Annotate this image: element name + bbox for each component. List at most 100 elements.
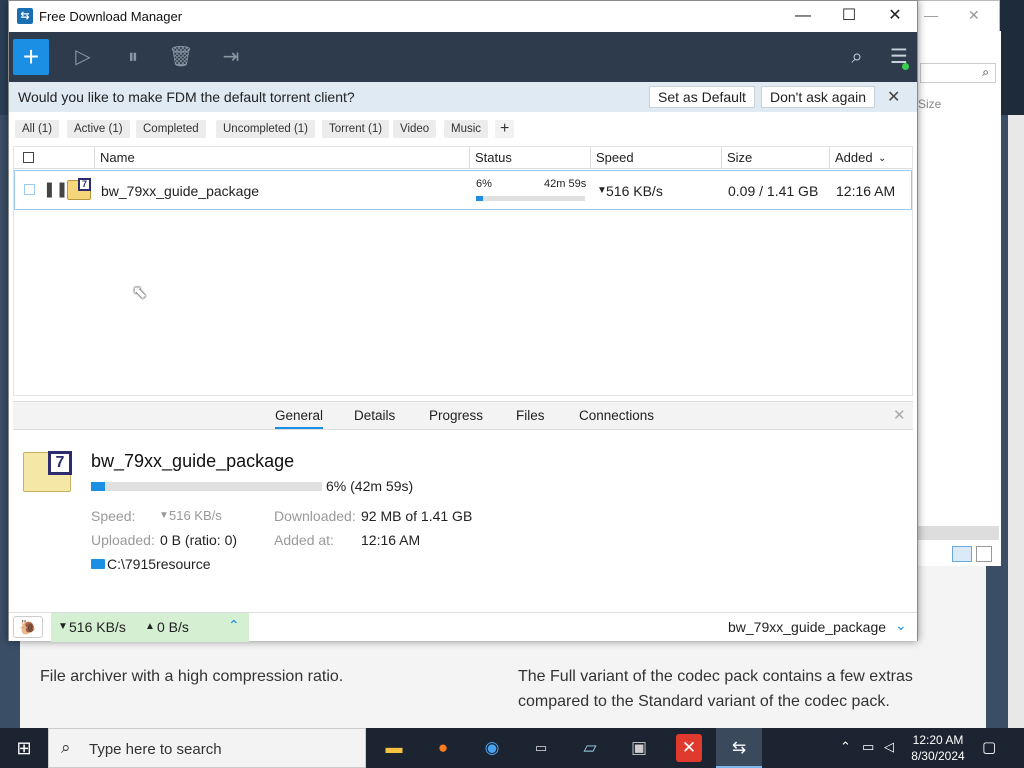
archive-folder-icon: 7	[67, 178, 91, 200]
filter-all[interactable]: All (1)	[15, 120, 60, 138]
explorer-window[interactable]: — ✕ ⌕ Size	[915, 0, 1001, 566]
fdm-logo-icon: ⇆	[17, 8, 33, 24]
notification-icon[interactable]: ▢	[982, 738, 996, 756]
add-filter-button[interactable]: +	[495, 120, 515, 138]
column-name[interactable]: Name	[100, 150, 135, 165]
volume-icon[interactable]: ◁	[884, 739, 894, 755]
close-banner-icon[interactable]: ✕	[887, 87, 900, 107]
filter-completed[interactable]: Completed	[136, 120, 206, 138]
tab-general[interactable]: General	[275, 408, 324, 429]
speed-value: 516 KB/s	[169, 508, 222, 523]
taskbar-search[interactable]: ⌕ Type here to search	[48, 728, 366, 768]
filter-active[interactable]: Active (1)	[67, 120, 130, 138]
description-right-1: The Full variant of the codec pack conta…	[518, 668, 913, 685]
maximize-button[interactable]: ☐	[835, 6, 863, 28]
tab-details[interactable]: Details	[354, 408, 395, 423]
banner-message: Would you like to make FDM the default t…	[18, 89, 355, 105]
download-eta: 42m 59s	[544, 178, 587, 190]
notepad-icon[interactable]: ▱	[574, 734, 606, 762]
uploaded-value: 0 B (ratio: 0)	[160, 532, 238, 548]
status-bar: 🐌 ▼ 516 KB/s ▲ 0 B/s ⌃ bw_79xx_guide_pac…	[9, 612, 917, 642]
status-dot	[902, 63, 909, 70]
row-checkbox[interactable]	[24, 184, 35, 195]
tab-progress[interactable]: Progress	[429, 408, 483, 423]
default-client-banner: Would you like to make FDM the default t…	[9, 82, 917, 112]
current-download-name: bw_79xx_guide_package	[728, 619, 887, 635]
filter-video[interactable]: Video	[393, 120, 437, 138]
list-header: Name Status Speed Size Added ⌄	[14, 147, 912, 169]
terminal-icon[interactable]: ▭	[525, 734, 557, 762]
column-added[interactable]: Added	[835, 150, 873, 165]
download-name: bw_79xx_guide_package	[101, 183, 260, 199]
uploaded-label: Uploaded:	[91, 532, 155, 548]
speed-summary[interactable]: ▼ 516 KB/s ▲ 0 B/s ⌃	[51, 613, 249, 642]
close-button[interactable]: ✕	[881, 6, 909, 28]
speed-label: Speed:	[91, 508, 136, 524]
filter-bar: All (1) Active (1) Completed Uncompleted…	[9, 114, 917, 144]
search-placeholder: Type here to search	[89, 741, 222, 758]
minimize-icon[interactable]: —	[924, 7, 938, 23]
windows-start-icon[interactable]: ⊞	[0, 728, 48, 768]
firefox-icon[interactable]: ●	[427, 734, 459, 762]
close-icon[interactable]: ✕	[968, 7, 980, 24]
minimize-button[interactable]: —	[789, 6, 817, 28]
close-details-icon[interactable]: ✕	[893, 406, 906, 424]
column-status[interactable]: Status	[475, 150, 512, 165]
archive-folder-icon: 7	[23, 451, 72, 492]
explorer-size-col[interactable]: Size	[918, 97, 941, 111]
clock-date: 8/30/2024	[911, 749, 965, 763]
download-path-link[interactable]: C:\7915resource	[107, 556, 211, 572]
select-all-checkbox[interactable]	[23, 152, 34, 163]
fdm-taskbar-icon[interactable]: ⇆	[716, 728, 762, 768]
column-size[interactable]: Size	[727, 150, 752, 165]
network-app-icon[interactable]: ▣	[623, 734, 655, 762]
pause-icon[interactable]: ❚❚	[43, 180, 68, 198]
clock[interactable]: 12:20 AM 8/30/2024	[900, 732, 976, 764]
page-scrollbar[interactable]	[1008, 115, 1024, 728]
filter-music[interactable]: Music	[444, 120, 489, 138]
downloaded-label: Downloaded:	[274, 508, 356, 524]
set-as-default-button[interactable]: Set as Default	[649, 86, 755, 108]
down-arrow-icon: ▼	[58, 621, 68, 632]
menu-icon[interactable]: ☰	[881, 39, 917, 75]
details-name: bw_79xx_guide_package	[91, 451, 295, 471]
added-at-label: Added at:	[274, 532, 334, 548]
start-button[interactable]: ▷	[65, 39, 101, 75]
tiles-view-icon[interactable]	[976, 546, 992, 562]
column-speed[interactable]: Speed	[596, 150, 634, 165]
error-app-icon[interactable]: ✕	[676, 734, 702, 762]
tab-files[interactable]: Files	[516, 408, 545, 423]
chrome-icon[interactable]: ◉	[476, 734, 508, 762]
total-up-speed: 0 B/s	[157, 619, 189, 635]
dont-ask-again-button[interactable]: Don't ask again	[761, 86, 876, 108]
move-folder-button[interactable]: ⇥	[213, 39, 249, 75]
search-icon[interactable]: ⌕	[839, 39, 875, 75]
tab-connections[interactable]: Connections	[579, 408, 654, 423]
browser-sidebar	[997, 0, 1024, 115]
download-progress-bar	[476, 196, 585, 201]
table-row[interactable]: ❚❚ 7 bw_79xx_guide_package 6% 42m 59s ▼ …	[14, 170, 912, 210]
snail-mode-icon[interactable]: 🐌	[13, 616, 43, 638]
filter-torrent[interactable]: Torrent (1)	[322, 120, 390, 138]
explorer-search[interactable]: ⌕	[920, 63, 996, 83]
download-speed: 516 KB/s	[606, 183, 663, 199]
explorer-hscroll[interactable]	[916, 526, 999, 540]
up-arrow-icon: ▲	[145, 621, 155, 632]
pause-button[interactable]: ⏸	[115, 39, 151, 75]
details-view-icon[interactable]	[952, 546, 972, 562]
filter-uncompleted[interactable]: Uncompleted (1)	[216, 120, 316, 138]
clock-time: 12:20 AM	[912, 733, 964, 747]
tray-chevron-icon[interactable]: ⌃	[840, 739, 851, 755]
taskbar: ⊞ ⌕ Type here to search ▬ ● ◉ ▭ ▱ ▣ ✕ ⇆ …	[0, 728, 1024, 768]
network-icon[interactable]: ▭	[862, 739, 874, 755]
chevron-down-icon[interactable]: ⌄	[895, 617, 907, 634]
delete-button[interactable]: 🗑	[163, 39, 199, 75]
details-progress-bar	[91, 482, 322, 491]
search-icon: ⌕	[982, 65, 989, 79]
add-download-button[interactable]: +	[13, 39, 49, 75]
sort-chevron-icon[interactable]: ⌄	[878, 153, 886, 164]
title-bar[interactable]: ⇆ Free Download Manager — ☐ ✕	[9, 1, 917, 32]
chevron-up-icon[interactable]: ⌃	[228, 617, 240, 634]
fdm-window[interactable]: ⇆ Free Download Manager — ☐ ✕ + ▷ ⏸ 🗑 ⇥ …	[8, 0, 918, 642]
file-explorer-icon[interactable]: ▬	[378, 734, 410, 762]
